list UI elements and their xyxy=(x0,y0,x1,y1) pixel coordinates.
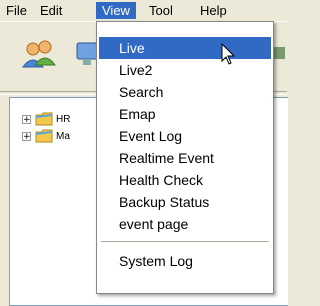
menu-edit[interactable]: Edit xyxy=(34,2,68,19)
menu-separator xyxy=(101,241,269,242)
tree-node[interactable]: + HR xyxy=(22,111,70,127)
tree-node-label: HR xyxy=(56,113,71,125)
folder-icon xyxy=(35,112,53,126)
menu-file[interactable]: File xyxy=(0,2,33,19)
menu-help[interactable]: Help xyxy=(194,2,233,19)
menu-view[interactable]: View xyxy=(96,2,136,19)
tree-node[interactable]: + Ma xyxy=(22,128,70,144)
menu-bar: File Edit View Tool Help xyxy=(0,0,287,21)
menu-item-live[interactable]: Live xyxy=(99,37,271,59)
menu-item-live2[interactable]: Live2 xyxy=(99,59,271,81)
tree-node-label: Ma xyxy=(56,130,70,142)
menu-item-backup-status[interactable]: Backup Status xyxy=(99,191,271,213)
menu-item-realtime-event[interactable]: Realtime Event xyxy=(99,147,271,169)
menu-item-search[interactable]: Search xyxy=(99,81,271,103)
folder-icon xyxy=(35,129,53,143)
expand-icon[interactable]: + xyxy=(22,114,31,124)
mouse-cursor-icon xyxy=(221,43,236,65)
view-menu-dropdown: Live Live2 Search Emap Event Log Realtim… xyxy=(96,21,274,294)
users-toolbar-button[interactable] xyxy=(16,28,62,82)
users-icon xyxy=(22,40,56,68)
expand-icon[interactable]: + xyxy=(22,131,31,141)
menu-tool[interactable]: Tool xyxy=(143,2,179,19)
menu-item-event-log[interactable]: Event Log xyxy=(99,125,271,147)
menu-item-system-log[interactable]: System Log xyxy=(99,250,271,272)
menu-item-emap[interactable]: Emap xyxy=(99,103,271,125)
menu-item-health-check[interactable]: Health Check xyxy=(99,169,271,191)
menu-item-event-page[interactable]: event page xyxy=(99,213,271,235)
